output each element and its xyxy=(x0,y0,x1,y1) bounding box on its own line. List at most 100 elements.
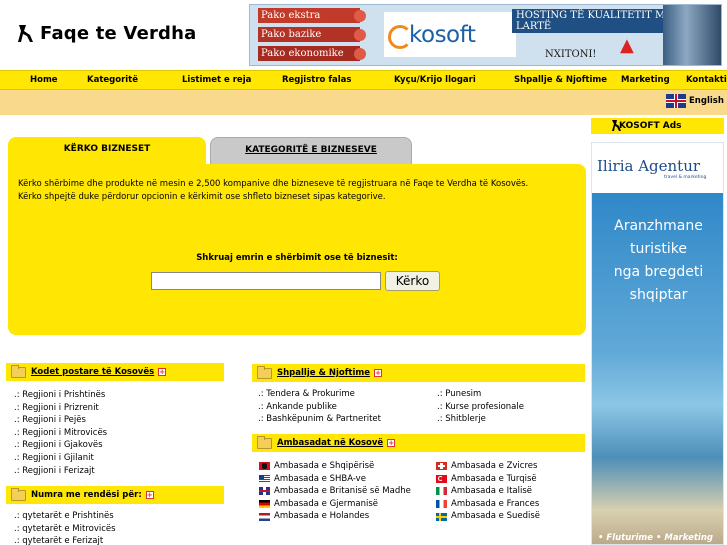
embassy-label: Ambasada e Suedisë xyxy=(451,511,541,522)
language-switch[interactable]: English xyxy=(666,94,724,108)
list-item[interactable]: .: Regjioni i Gjilanit xyxy=(14,452,107,465)
important-numbers-list: .: qytetarët e Prishtinës .: qytetarët e… xyxy=(14,510,116,545)
package-ekstra: Pako ekstra xyxy=(258,8,366,23)
list-item[interactable]: .: qytetarët e Prishtinës xyxy=(14,510,116,523)
package-label: Pako ekonomike xyxy=(261,48,344,59)
list-item[interactable]: Ambasada e Suedisë xyxy=(436,510,540,523)
list-item[interactable]: .: Ankande publike xyxy=(258,401,381,414)
package-bazike: Pako bazike xyxy=(258,27,366,42)
expand-icon[interactable]: + xyxy=(158,368,167,376)
expand-icon[interactable]: + xyxy=(387,439,396,447)
postal-codes-title[interactable]: Kodet postare të Kosovës xyxy=(31,367,154,377)
list-item[interactable]: Ambasada e Turqisë xyxy=(436,473,540,486)
important-numbers-header: Numra me rendësi për: + xyxy=(6,486,224,504)
list-item[interactable]: .: qytetarët e Mitrovicës xyxy=(14,523,116,536)
ad-copy-line: turistike xyxy=(630,241,687,257)
search-description-line-2: Kërko shpejtë duke përdorur opcionin e k… xyxy=(18,192,386,202)
uk-flag-icon xyxy=(666,94,686,108)
sub-bar xyxy=(0,90,727,115)
nav-announcements[interactable]: Shpallje & Njoftime xyxy=(514,71,607,91)
list-item[interactable]: .: Regjioni i Prishtinës xyxy=(14,389,107,402)
embassies-list-right: Ambasada e Zvicres Ambasada e Turqisë Am… xyxy=(436,460,540,523)
embassy-label: Ambasada e SHBA-ve xyxy=(274,473,366,484)
ad-footer: • Fluturime • Marketing xyxy=(598,533,713,543)
list-item[interactable]: .: Regjioni i Gjakovës xyxy=(14,439,107,452)
building-image xyxy=(663,5,721,65)
site-logo[interactable]: Faqe te Verdha xyxy=(16,22,197,44)
list-item[interactable]: .: qytetarët e Ferizajt xyxy=(14,535,116,545)
postal-codes-header: Kodet postare të Kosovës + xyxy=(6,363,224,381)
list-item[interactable]: .: Shitblerje xyxy=(437,413,524,426)
kosoft-hosting-banner[interactable]: Pako ekstra Pako bazike Pako ekonomike k… xyxy=(249,4,722,66)
germany-flag-icon xyxy=(259,500,270,509)
expand-icon[interactable]: + xyxy=(374,369,382,377)
list-item[interactable]: Ambasada e Frances xyxy=(436,498,540,511)
search-body: Kërko shërbime dhe produkte në mesin e 2… xyxy=(8,164,586,335)
list-item[interactable]: Ambasada e Italisë xyxy=(436,485,540,498)
list-item[interactable]: .: Bashkëpunim & Partneritet xyxy=(258,413,381,426)
iliria-agentur-ad[interactable]: Iliria Agentur travel & marketing Aranzh… xyxy=(591,142,724,545)
nav-marketing[interactable]: Marketing xyxy=(621,71,670,91)
shopping-cart-icon: ▲ xyxy=(620,35,634,56)
list-item[interactable]: Ambasada e Holandes xyxy=(259,510,411,523)
list-item[interactable]: .: Regjioni i Pejës xyxy=(14,414,107,427)
nav-contact[interactable]: Kontakti xyxy=(686,71,727,91)
nav-categories[interactable]: Kategoritë xyxy=(87,71,138,91)
sweden-flag-icon xyxy=(436,512,447,521)
price-badge-icon xyxy=(354,48,366,60)
search-panel: Kërko shërbime dhe produkte në mesin e 2… xyxy=(8,137,586,335)
site-header: Faqe te Verdha Pako ekstra Pako bazike P… xyxy=(0,0,727,70)
usa-flag-icon xyxy=(259,474,270,483)
list-item[interactable]: Ambasada e Shqipërisë xyxy=(259,460,411,473)
list-item[interactable]: Ambasada e Zvicres xyxy=(436,460,540,473)
list-item[interactable]: Ambasada e Britanisë së Madhe xyxy=(259,485,411,498)
list-item[interactable]: .: Regjioni i Ferizajt xyxy=(14,465,107,478)
announcements-list-left: .: Tendera & Prokurime .: Ankande publik… xyxy=(258,388,381,426)
list-item[interactable]: Ambasada e Gjermanisë xyxy=(259,498,411,511)
nav-register-free[interactable]: Regjistro falas xyxy=(282,71,351,91)
netherlands-flag-icon xyxy=(259,512,270,521)
announcements-title[interactable]: Shpallje & Njoftime xyxy=(277,368,370,378)
embassy-label: Ambasada e Shqipërisë xyxy=(274,461,375,471)
uk-flag-icon xyxy=(259,487,270,496)
ad-copy: Aranzhmane turistike nga bregdeti shqipt… xyxy=(592,215,723,307)
france-flag-icon xyxy=(436,500,447,509)
search-input[interactable] xyxy=(151,272,381,290)
package-ekonomike: Pako ekonomike xyxy=(258,46,366,61)
tab-business-categories[interactable]: KATEGORITË E BIZNESEVE xyxy=(210,137,412,164)
albania-flag-icon xyxy=(259,462,270,471)
ad-copy-line: nga bregdeti xyxy=(613,264,704,280)
nav-home[interactable]: Home xyxy=(30,71,58,91)
ads-title: KOSOFT Ads xyxy=(619,121,682,131)
embassies-header: Ambasadat në Kosovë + xyxy=(252,434,585,452)
announcements-header: Shpallje & Njoftime + xyxy=(252,364,585,382)
list-item[interactable]: .: Kurse profesionale xyxy=(437,401,524,414)
embassy-label: Ambasada e Zvicres xyxy=(451,461,538,471)
list-item[interactable]: Ambasada e SHBA-ve xyxy=(259,473,411,486)
list-item[interactable]: .: Punesim xyxy=(437,388,524,401)
walking-fingers-icon xyxy=(612,120,621,131)
tab-search-businesses[interactable]: KËRKO BIZNESET xyxy=(8,137,206,167)
expand-icon[interactable]: + xyxy=(145,491,154,499)
embassy-label: Ambasada e Gjermanisë xyxy=(274,498,378,509)
switzerland-flag-icon xyxy=(436,462,447,471)
list-item[interactable]: .: Regjioni i Prizrenit xyxy=(14,402,107,415)
important-numbers-title: Numra me rendësi për: xyxy=(31,490,142,500)
nav-new-listings[interactable]: Listimet e reja xyxy=(182,71,251,91)
ad-copy-line: Aranzhmane xyxy=(614,218,703,234)
package-label: Pako ekstra xyxy=(261,10,321,21)
price-badge-icon xyxy=(354,10,366,22)
list-item[interactable]: .: Tendera & Prokurime xyxy=(258,388,381,401)
ads-header: KOSOFT Ads xyxy=(591,118,724,134)
folder-icon xyxy=(257,365,272,379)
embassy-label: Ambasada e Frances xyxy=(451,498,540,509)
embassies-title[interactable]: Ambasadat në Kosovë xyxy=(277,438,383,448)
nav-login[interactable]: Kyçu/Krijo llogari xyxy=(394,71,476,91)
ad-brand: Iliria Agentur xyxy=(597,157,701,175)
language-label: English xyxy=(689,96,724,106)
embassy-label: Ambasada e Holandes xyxy=(274,511,370,522)
search-description: Kërko shërbime dhe produkte në mesin e 2… xyxy=(18,178,568,204)
search-button[interactable]: Kërko xyxy=(385,271,440,291)
main-nav: Home Kategoritë Listimet e reja Regjistr… xyxy=(0,70,727,90)
list-item[interactable]: .: Regjioni i Mitrovicës xyxy=(14,427,107,440)
